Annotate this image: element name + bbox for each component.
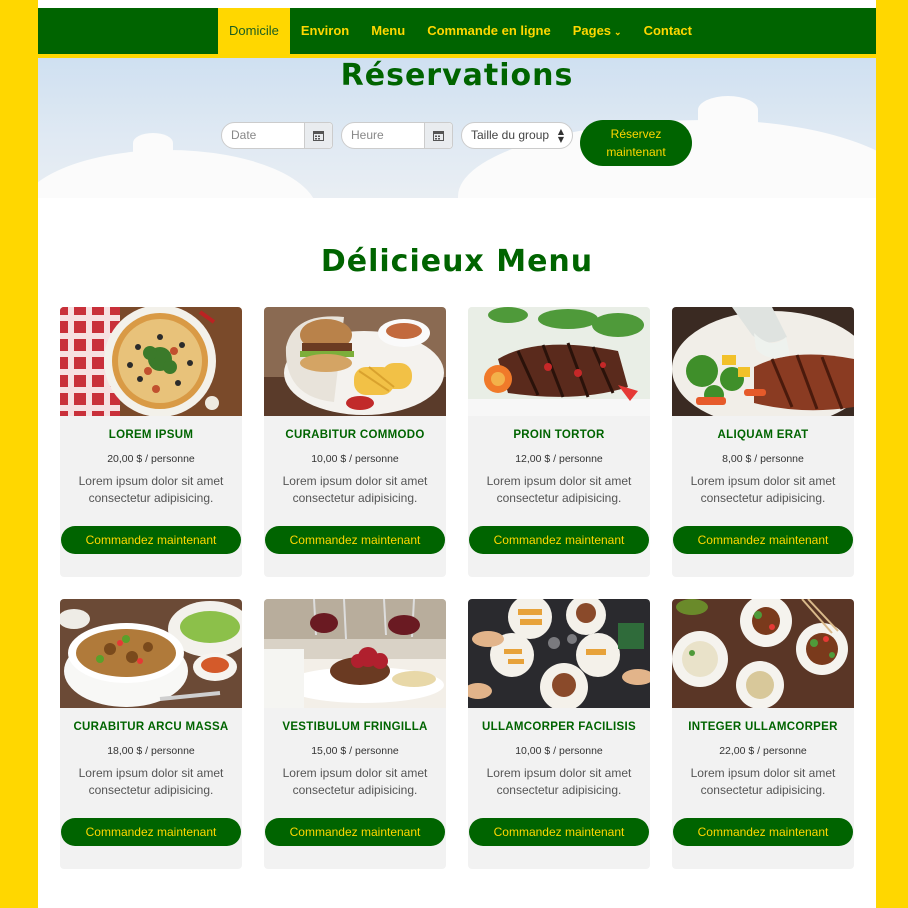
menu-item-description: Lorem ipsum dolor sit amet consectetur a…	[78, 474, 224, 505]
menu-item-price: 18,00 $ / personne	[107, 745, 195, 757]
menu-item-description: Lorem ipsum dolor sit amet consectetur a…	[486, 474, 632, 505]
page: Domicile Environ Menu Commande en ligne …	[38, 0, 876, 908]
menu-item-price: 22,00 $ / personne	[719, 745, 807, 757]
soup-bowl-image	[60, 599, 242, 708]
asian-dishes-image	[672, 599, 854, 708]
date-field[interactable]: Date	[221, 122, 333, 149]
menu-card: VESTIBULUM FRINGILLA 15,00 $ / personne …	[264, 599, 446, 869]
menu-item-description: Lorem ipsum dolor sit amet consectetur a…	[282, 766, 428, 797]
menu-item-price: 12,00 $ / personne	[515, 453, 603, 465]
menu-item-description: Lorem ipsum dolor sit amet consectetur a…	[282, 474, 428, 505]
top-strip	[38, 0, 876, 8]
shared-table-image	[468, 599, 650, 708]
order-now-button[interactable]: Commandez maintenant	[673, 526, 853, 554]
menu-card: ALIQUAM ERAT 8,00 $ / personne Lorem ips…	[672, 307, 854, 577]
nav-item-domicile[interactable]: Domicile	[218, 8, 290, 58]
order-now-button[interactable]: Commandez maintenant	[61, 526, 241, 554]
menu-item-description: Lorem ipsum dolor sit amet consectetur a…	[690, 766, 836, 797]
order-now-button[interactable]: Commandez maintenant	[469, 818, 649, 846]
menu-item-price: 10,00 $ / personne	[311, 453, 399, 465]
menu-item-name: CURABITUR COMMODO	[285, 429, 425, 441]
group-size-placeholder: Taille du group	[471, 128, 550, 142]
order-now-button[interactable]: Commandez maintenant	[469, 526, 649, 554]
menu-item-description: Lorem ipsum dolor sit amet consectetur a…	[78, 766, 224, 797]
menu-item-price: 10,00 $ / personne	[515, 745, 603, 757]
select-arrows-icon: ▲ ▼	[557, 127, 564, 144]
tent-shape	[698, 96, 758, 124]
menu-card: PROIN TORTOR 12,00 $ / personne Lorem ip…	[468, 307, 650, 577]
menu-item-name: LOREM IPSUM	[108, 429, 194, 441]
order-now-button[interactable]: Commandez maintenant	[673, 818, 853, 846]
nav-item-pages-label: Pages	[572, 23, 612, 38]
calendar-icon[interactable]	[304, 123, 332, 148]
nav-item-environ[interactable]: Environ	[290, 8, 360, 58]
menu-card: CURABITUR ARCU MASSA 18,00 $ / personne …	[60, 599, 242, 869]
date-placeholder: Date	[231, 128, 257, 142]
menu-item-name: ALIQUAM ERAT	[717, 429, 809, 441]
chevron-down-icon: ⌄	[614, 27, 622, 37]
reserve-now-button[interactable]: Réservez maintenant	[580, 120, 692, 166]
tent-shape	[133, 133, 173, 153]
order-now-button[interactable]: Commandez maintenant	[265, 818, 445, 846]
menu-item-price: 15,00 $ / personne	[311, 745, 399, 757]
menu-card: INTEGER ULLAMCORPER 22,00 $ / personne L…	[672, 599, 854, 869]
reserve-button-line1: Réservez	[610, 127, 662, 141]
calendar-icon[interactable]	[424, 123, 452, 148]
nav-item-contact[interactable]: Contact	[633, 8, 703, 58]
menu-title: Délicieux Menu	[320, 244, 594, 279]
menu-item-name: PROIN TORTOR	[513, 429, 605, 441]
menu-item-price: 8,00 $ / personne	[722, 453, 804, 465]
menu-item-price: 20,00 $ / personne	[107, 453, 195, 465]
tent-shape	[38, 150, 318, 198]
menu-card: LOREM IPSUM 20,00 $ / personne Lorem ips…	[60, 307, 242, 577]
grilled-steak-image	[468, 307, 650, 416]
menu-card: ULLAMCORPER FACILISIS 10,00 $ / personne…	[468, 599, 650, 869]
reservation-title: Réservations	[340, 58, 574, 93]
nav-item-commande-en-ligne[interactable]: Commande en ligne	[416, 8, 562, 58]
menu-item-name: CURABITUR ARCU MASSA	[73, 721, 229, 733]
group-size-select[interactable]: Taille du group ▲ ▼	[461, 122, 573, 149]
steak-vegetables-image	[672, 307, 854, 416]
time-field[interactable]: Heure	[341, 122, 453, 149]
menu-item-description: Lorem ipsum dolor sit amet consectetur a…	[486, 766, 632, 797]
order-now-button[interactable]: Commandez maintenant	[265, 526, 445, 554]
reservation-hero: Réservations Date Heure Taille du group …	[38, 58, 876, 198]
nav-item-menu[interactable]: Menu	[360, 8, 416, 58]
menu-card: CURABITUR COMMODO 10,00 $ / personne Lor…	[264, 307, 446, 577]
fine-dining-image	[264, 599, 446, 708]
burger-fries-image	[264, 307, 446, 416]
main-nav: Domicile Environ Menu Commande en ligne …	[38, 8, 876, 58]
pizza-image	[60, 307, 242, 416]
order-now-button[interactable]: Commandez maintenant	[61, 818, 241, 846]
reserve-button-line2: maintenant	[606, 145, 666, 159]
menu-item-name: VESTIBULUM FRINGILLA	[282, 721, 428, 733]
time-placeholder: Heure	[351, 128, 384, 142]
menu-item-name: ULLAMCORPER FACILISIS	[482, 721, 636, 733]
menu-item-name: INTEGER ULLAMCORPER	[688, 721, 838, 733]
menu-item-description: Lorem ipsum dolor sit amet consectetur a…	[690, 474, 836, 505]
nav-item-pages[interactable]: Pages ⌄	[562, 8, 633, 58]
